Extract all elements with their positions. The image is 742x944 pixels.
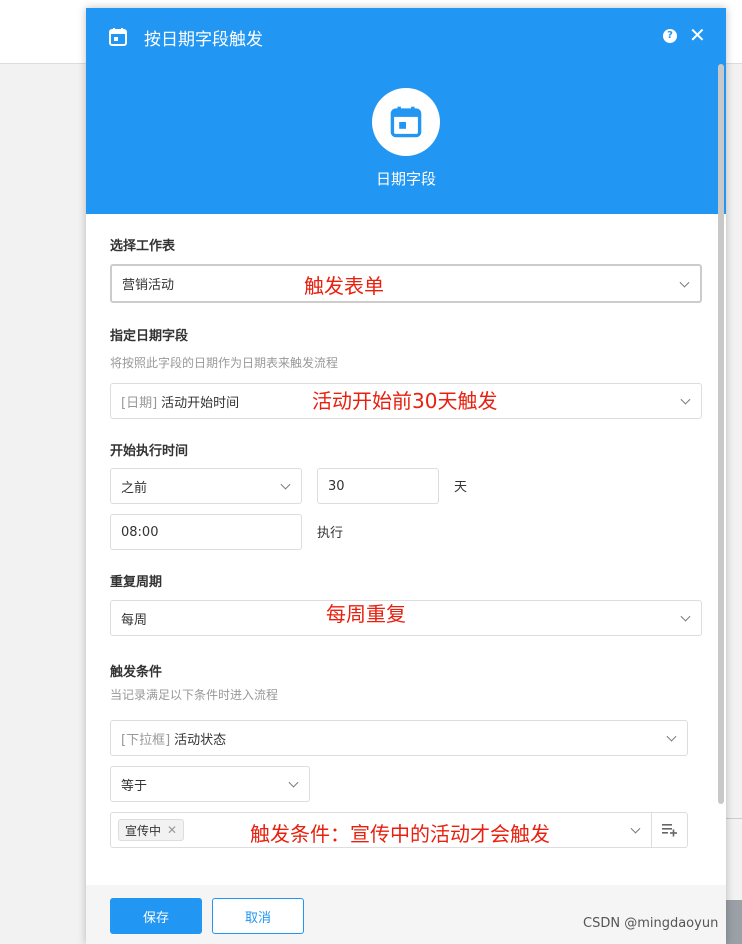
annotation-condition: 触发条件：宣传中的活动才会触发 xyxy=(250,822,550,846)
date-field-label: 指定日期字段 xyxy=(110,329,189,344)
calendar-icon xyxy=(108,27,128,51)
condition-hint: 当记录满足以下条件时进入流程 xyxy=(110,688,279,702)
date-field-hint: 将按照此字段的日期作为日期表来触发流程 xyxy=(110,356,339,370)
close-icon[interactable]: ✕ xyxy=(689,23,706,47)
annotation-repeat: 每周重复 xyxy=(326,602,406,626)
calendar-icon-large xyxy=(390,106,422,138)
annotation-worksheet: 触发表单 xyxy=(304,274,384,298)
background-block xyxy=(726,900,742,944)
watermark: CSDN @mingdaoyun xyxy=(583,916,719,931)
chevron-down-icon xyxy=(680,611,691,622)
direction-value: 之前 xyxy=(121,480,148,496)
time-input[interactable]: 08:00 xyxy=(110,514,302,550)
offset-input[interactable]: 30 xyxy=(317,468,439,504)
chevron-down-icon xyxy=(679,277,690,288)
list-add-button[interactable] xyxy=(652,812,688,848)
condition-field-select[interactable]: [下拉框] 活动状态 xyxy=(110,720,688,756)
date-field-prefix: [日期] xyxy=(121,395,158,411)
condition-field-value: 活动状态 xyxy=(174,732,227,748)
chevron-down-icon xyxy=(280,479,291,490)
condition-field-prefix: [下拉框] xyxy=(121,732,171,748)
direction-select[interactable]: 之前 xyxy=(110,468,302,504)
start-time-label: 开始执行时间 xyxy=(110,444,189,459)
time-value: 08:00 xyxy=(121,524,159,540)
hero-label: 日期字段 xyxy=(375,170,436,188)
remove-tag-icon[interactable]: ✕ xyxy=(167,823,177,837)
list-add-icon xyxy=(661,824,677,837)
operator-select[interactable]: 等于 xyxy=(110,766,310,802)
selected-tag: 宣传中 ✕ xyxy=(118,819,185,841)
worksheet-select[interactable]: 营销活动 xyxy=(110,264,702,303)
offset-unit: 天 xyxy=(454,480,468,495)
annotation-date-field: 活动开始前30天触发 xyxy=(312,389,498,413)
repeat-value: 每周 xyxy=(121,612,148,628)
background-divider xyxy=(726,818,742,819)
dialog-header: 按日期字段触发 ? ✕ 日期字段 xyxy=(86,8,726,214)
chevron-down-icon xyxy=(288,777,299,788)
scrollbar[interactable] xyxy=(718,64,724,804)
condition-label: 触发条件 xyxy=(110,665,163,680)
worksheet-value: 营销活动 xyxy=(122,278,175,293)
dialog-footer: 保存 取消 xyxy=(86,885,726,944)
date-field-value: 活动开始时间 xyxy=(161,395,240,411)
help-icon[interactable]: ? xyxy=(663,29,677,43)
tag-label: 宣传中 xyxy=(125,823,162,838)
offset-value: 30 xyxy=(328,478,345,494)
repeat-select[interactable]: 每周 xyxy=(110,600,702,636)
chevron-down-icon xyxy=(666,731,677,742)
operator-value: 等于 xyxy=(121,778,148,794)
dialog-title: 按日期字段触发 xyxy=(144,30,263,50)
worksheet-label: 选择工作表 xyxy=(110,239,176,254)
repeat-label: 重复周期 xyxy=(110,575,163,590)
exec-label: 执行 xyxy=(317,526,344,541)
trigger-dialog: 按日期字段触发 ? ✕ 日期字段 选择工作表 营销活动 触发表单 指定日期字段 … xyxy=(86,8,726,944)
chevron-down-icon xyxy=(680,394,691,405)
save-button[interactable]: 保存 xyxy=(110,898,202,934)
hero-circle xyxy=(372,88,440,156)
cancel-button[interactable]: 取消 xyxy=(212,898,304,934)
chevron-down-icon xyxy=(630,823,641,834)
